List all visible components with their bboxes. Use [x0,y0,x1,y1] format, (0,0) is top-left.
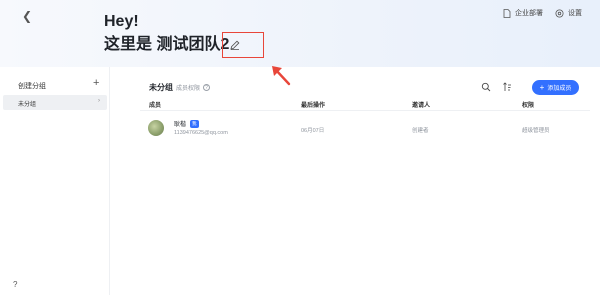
help-button[interactable]: ? [13,280,17,289]
plus-icon: + [539,82,545,92]
enterprise-deploy-button[interactable]: 企业部署 [503,8,543,18]
greeting: Hey! [104,13,139,30]
settings-label: 设置 [568,10,582,17]
member-name-wrap: 耿楷 我 [174,119,199,128]
gear-icon [555,9,564,17]
header-divider [140,110,590,111]
add-member-label: 添加成员 [547,86,572,92]
search-icon[interactable] [481,82,491,92]
back-chevron-icon[interactable]: ❮ [20,9,34,23]
column-header-last-action: 最后操作 [301,103,326,109]
member-permission-link[interactable]: 成员权限 ? [176,83,211,92]
document-icon [503,8,511,18]
column-header-member: 成员 [149,103,162,109]
chevron-right-icon: › [98,98,100,104]
member-permission-label: 成员权限 [176,86,201,92]
pencil-edit-icon[interactable] [229,39,241,51]
add-group-button[interactable]: + [93,78,99,89]
sort-icon[interactable] [502,82,512,92]
permission-cell: 超级管理员 [522,128,550,134]
team-title: 这里是 测试团队2 [104,36,230,53]
sidebar-item-ungrouped[interactable]: 未分组 › [3,95,107,110]
enterprise-deploy-label: 企业部署 [515,10,543,17]
add-member-button[interactable]: + 添加成员 [532,80,579,95]
sidebar-item-label: 未分组 [18,102,37,108]
create-group-label: 创建分组 [18,83,46,90]
group-title: 未分组 [149,83,173,92]
last-action-cell: 06月07日 [301,128,325,134]
self-badge: 我 [190,119,199,128]
member-name: 耿楷 [174,122,187,128]
column-header-inviter: 邀请人 [412,103,431,109]
member-email: 1139476625@qq.com [174,130,228,136]
top-actions: 企业部署 设置 [491,8,582,18]
inviter-cell: 创建者 [412,128,429,134]
question-icon: ? [203,84,211,91]
header-banner: ❮ Hey! 这里是 测试团队2 企业部署 设置 [0,0,600,67]
avatar [148,120,164,136]
column-header-permission: 权限 [522,103,535,109]
sidebar: 创建分组 + 未分组 › [0,67,110,295]
settings-button[interactable]: 设置 [555,8,582,18]
pointer-arrow-icon [272,66,291,86]
